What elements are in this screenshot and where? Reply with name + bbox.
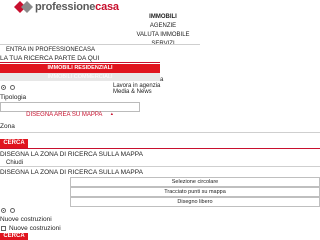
radio-option-4[interactable] [10,208,15,213]
brand-text-part1: professione [35,1,96,13]
entry-link[interactable]: ENTRA IN PROFESSIONECASA [6,46,95,54]
search-button[interactable]: CERCA [0,139,28,148]
side-letter: a [160,77,164,83]
divider [0,44,200,45]
nav-item-valuta-immobile[interactable]: VALUTA IMMOBILE [128,31,198,40]
divider [0,166,320,167]
section-rule [0,148,320,149]
new-constructions-label: Nuove costruzioni [0,216,52,223]
zona-input-line [0,132,320,133]
new-constructions-checkbox-label: Nuove costruzioni [9,225,61,232]
zona-label: Zona [0,123,15,130]
circular-selection-button[interactable]: Selezione circolare [70,177,320,187]
link-media-news[interactable]: Media & News [113,88,152,96]
caret-up-icon: ▲ [109,111,114,116]
brand-logo[interactable]: professionecasa [35,0,119,14]
map-panel-title: DISEGNA LA ZONA DI RICERCA SULLA MAPPA [0,151,143,158]
tab-immobili-residenziali[interactable]: IMMOBILI RESIDENZIALI [0,64,160,73]
new-constructions-checkbox[interactable] [1,226,6,231]
free-draw-button[interactable]: Disegno libero [70,197,320,207]
draw-area-button[interactable]: DISEGNA AREA SU MAPPA ▲ [0,102,140,118]
tipologia-label: Tipologia [0,94,27,101]
trace-points-button[interactable]: Tracciato punti su mappa [70,187,320,197]
logo-icon[interactable] [14,1,34,13]
map-panel-subtitle: DISEGNA LA ZONA DI RICERCA SULLA MAPPA [0,169,143,176]
nav-item-agenzie[interactable]: AGENZIE [128,22,198,31]
nav-item-immobili[interactable]: IMMOBILI [128,13,198,22]
tab-immobili-commerciali[interactable]: IMMOBILI COMMERCIALI [0,73,160,81]
draw-area-button-label: DISEGNA AREA SU MAPPA [26,112,103,118]
radio-option-3[interactable] [1,208,6,213]
title-underline [0,62,160,63]
radio-option-2[interactable] [10,85,15,90]
search-button-2[interactable]: CERCA [0,233,28,240]
radio-option-1[interactable] [1,85,6,90]
brand-text-part2: casa [95,1,119,13]
